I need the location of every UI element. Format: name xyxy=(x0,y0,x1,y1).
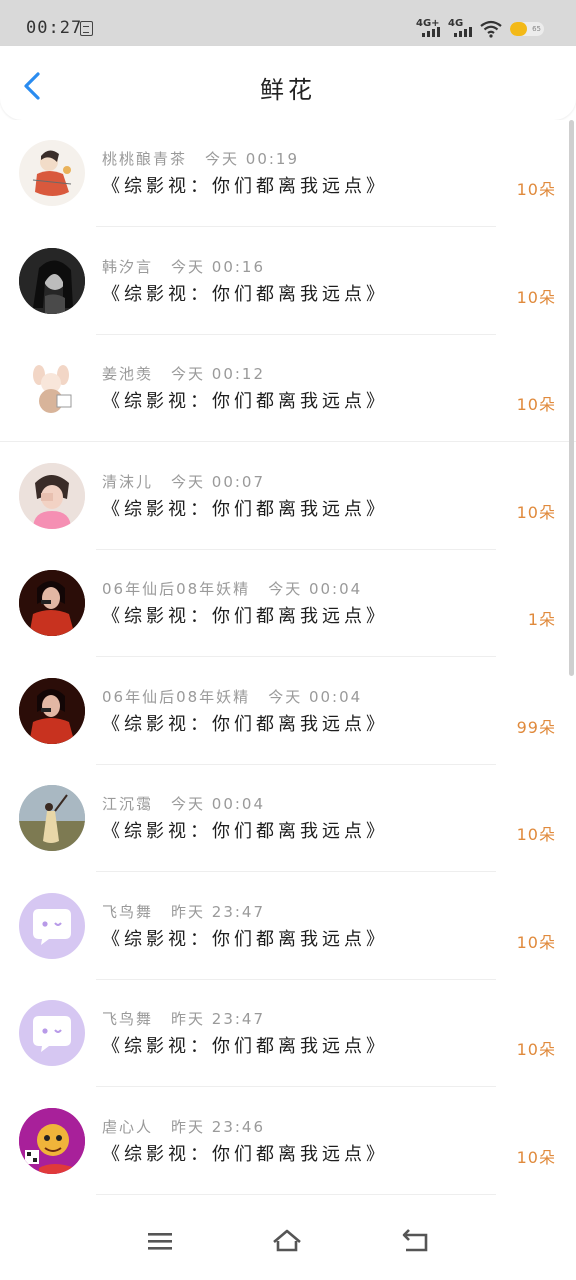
item-description: 《综影视：你们都离我远点》 xyxy=(102,821,388,842)
item-meta: 桃桃酿青茶 今天 00:19 xyxy=(102,148,299,169)
item-meta: 姜池羡 今天 00:12 xyxy=(102,363,265,384)
chat-bubble-icon xyxy=(33,908,71,945)
header: 鲜花 xyxy=(0,46,576,120)
item-meta: 飞鸟舞 昨天 23:47 xyxy=(102,1008,265,1029)
flower-count: 10朵 xyxy=(516,502,556,522)
list-item[interactable]: 虐心人 昨天 23:46 《综影视：你们都离我远点》 10朵 xyxy=(0,1088,576,1196)
item-meta: 虐心人 昨天 23:46 xyxy=(102,1116,265,1137)
user-name: 06年仙后08年妖精 xyxy=(102,580,251,598)
item-description: 《综影视：你们都离我远点》 xyxy=(102,606,388,627)
item-description: 《综影视：你们都离我远点》 xyxy=(102,498,388,520)
user-name: 桃桃酿青茶 xyxy=(102,150,188,168)
user-name: 飞鸟舞 xyxy=(102,1010,154,1028)
home-icon[interactable] xyxy=(270,1226,304,1256)
avatar[interactable] xyxy=(19,140,85,206)
list-item[interactable]: 韩汐言 今天 00:16 《综影视：你们都离我远点》 10朵 xyxy=(0,228,576,336)
item-time: 今天 00:16 xyxy=(171,257,266,276)
avatar[interactable] xyxy=(19,1107,85,1174)
flower-count: 10朵 xyxy=(516,287,556,307)
avatar[interactable] xyxy=(19,570,85,636)
item-time: 今天 00:04 xyxy=(268,687,363,706)
item-description: 《综影视：你们都离我远点》 xyxy=(102,391,388,412)
avatar[interactable] xyxy=(19,677,85,744)
network-type-label: 4G+ xyxy=(416,18,440,29)
user-name: 韩汐言 xyxy=(102,257,154,276)
avatar[interactable] xyxy=(19,785,85,851)
avatar[interactable] xyxy=(19,462,85,529)
user-name: 江沉霭 xyxy=(102,795,154,813)
item-description: 《综影视：你们都离我远点》 xyxy=(102,283,388,305)
wifi-icon xyxy=(480,20,502,38)
flower-count: 10朵 xyxy=(516,825,556,844)
page-title: 鲜花 xyxy=(260,76,316,104)
item-description: 《综影视：你们都离我远点》 xyxy=(102,713,388,735)
battery-icon: 65 xyxy=(510,22,544,36)
battery-level: 65 xyxy=(532,25,541,33)
item-time: 昨天 23:46 xyxy=(171,1117,266,1136)
menu-icon[interactable] xyxy=(143,1226,177,1256)
item-meta: 06年仙后08年妖精 今天 00:04 xyxy=(102,578,362,599)
item-description: 《综影视：你们都离我远点》 xyxy=(102,928,388,950)
flower-count: 10朵 xyxy=(516,932,556,952)
flower-count: 10朵 xyxy=(516,395,556,414)
status-bar: 00:27 4G+ 4G 65 xyxy=(0,0,576,46)
back-icon[interactable] xyxy=(398,1226,432,1256)
flower-count: 99朵 xyxy=(516,717,556,737)
avatar[interactable] xyxy=(19,355,85,421)
item-time: 昨天 23:47 xyxy=(171,1010,266,1028)
item-meta: 06年仙后08年妖精 今天 00:04 xyxy=(102,686,362,707)
item-time: 今天 00:19 xyxy=(205,150,300,168)
item-time: 今天 00:04 xyxy=(171,795,266,813)
user-name: 姜池羡 xyxy=(102,365,154,383)
user-name: 飞鸟舞 xyxy=(102,902,154,921)
list-item[interactable]: 清沫儿 今天 00:07 《综影视：你们都离我远点》 10朵 xyxy=(0,443,576,551)
avatar[interactable] xyxy=(19,247,85,314)
chat-bubble-icon xyxy=(33,1016,71,1052)
item-meta: 江沉霭 今天 00:04 xyxy=(102,793,265,814)
list-item[interactable]: 姜池羡 今天 00:12 《综影视：你们都离我远点》 10朵 xyxy=(0,335,576,443)
list-item[interactable]: 飞鸟舞 昨天 23:47 《综影视：你们都离我远点》 10朵 xyxy=(0,980,576,1088)
user-name: 06年仙后08年妖精 xyxy=(102,687,251,706)
status-time: 00:27 xyxy=(26,18,83,38)
item-description: 《综影视：你们都离我远点》 xyxy=(102,1143,388,1165)
flower-count: 10朵 xyxy=(516,1147,556,1167)
sim-card-icon xyxy=(80,21,93,36)
flower-count: 1朵 xyxy=(527,610,556,629)
item-time: 今天 00:04 xyxy=(268,580,363,598)
divider xyxy=(96,1193,496,1195)
user-name: 虐心人 xyxy=(102,1117,154,1136)
signal-4g-plus-icon: 4G+ xyxy=(416,18,446,38)
list-item[interactable]: 桃桃酿青茶 今天 00:19 《综影视：你们都离我远点》 10朵 xyxy=(0,120,576,228)
list-item[interactable]: 06年仙后08年妖精 今天 00:04 《综影视：你们都离我远点》 1朵 xyxy=(0,550,576,658)
avatar[interactable] xyxy=(19,1000,85,1066)
list-item[interactable]: 06年仙后08年妖精 今天 00:04 《综影视：你们都离我远点》 99朵 xyxy=(0,658,576,766)
user-name: 清沫儿 xyxy=(102,472,154,491)
flower-list: 桃桃酿青茶 今天 00:19 《综影视：你们都离我远点》 10朵 韩汐言 今天 00… xyxy=(0,120,576,1202)
signal-4g-icon: 4G xyxy=(448,18,478,38)
item-time: 昨天 23:47 xyxy=(171,902,266,921)
item-meta: 韩汐言 今天 00:16 xyxy=(102,256,265,277)
list-item[interactable]: 江沉霭 今天 00:04 《综影视：你们都离我远点》 10朵 xyxy=(0,765,576,873)
item-time: 今天 00:12 xyxy=(171,365,266,383)
list-item[interactable]: 飞鸟舞 昨天 23:47 《综影视：你们都离我远点》 10朵 xyxy=(0,873,576,981)
system-nav-bar xyxy=(0,1202,576,1280)
item-description: 《综影视：你们都离我远点》 xyxy=(102,1036,388,1057)
scrollbar[interactable] xyxy=(569,120,574,676)
item-meta: 清沫儿 今天 00:07 xyxy=(102,471,265,492)
avatar[interactable] xyxy=(19,892,85,959)
item-meta: 飞鸟舞 昨天 23:47 xyxy=(102,901,265,922)
item-time: 今天 00:07 xyxy=(171,472,266,491)
flower-count: 10朵 xyxy=(516,1040,556,1059)
network-type-label: 4G xyxy=(448,18,464,29)
flower-count: 10朵 xyxy=(516,180,556,199)
item-description: 《综影视：你们都离我远点》 xyxy=(102,176,388,197)
